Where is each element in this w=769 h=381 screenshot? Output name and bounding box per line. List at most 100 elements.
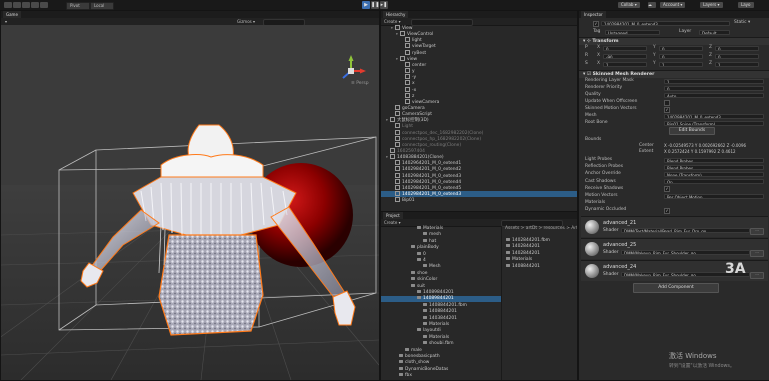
- project-folder-row[interactable]: fbx: [381, 373, 501, 379]
- play-button[interactable]: ▶: [362, 1, 370, 9]
- collab-dropdown[interactable]: Collab ▾: [618, 2, 640, 8]
- project-folder-row[interactable]: male: [381, 347, 501, 354]
- hierarchy-row[interactable]: light: [381, 37, 577, 43]
- project-folder-row[interactable]: 4: [381, 258, 501, 264]
- tag-dropdown[interactable]: Untagged: [605, 29, 660, 35]
- hierarchy-row[interactable]: viewTarget: [381, 43, 577, 49]
- tab-hierarchy[interactable]: Hierarchy: [383, 11, 409, 18]
- property-value-field[interactable]: Blend Probes: [664, 164, 764, 170]
- hierarchy-row[interactable]: 1402984201_M_0_extend3: [381, 172, 577, 179]
- transform-z-field[interactable]: 0: [715, 53, 759, 59]
- transform-y-field[interactable]: 0: [659, 53, 703, 59]
- transform-x-field[interactable]: 1: [603, 61, 647, 67]
- hierarchy-row[interactable]: ryBest: [381, 49, 577, 56]
- edit-shader-button[interactable]: ⋯: [750, 272, 764, 279]
- project-folder-row[interactable]: shoe: [381, 270, 501, 277]
- project-file-row[interactable]: 1402844201: [502, 244, 577, 250]
- property-checkbox[interactable]: [664, 99, 670, 106]
- hierarchy-row[interactable]: 1402984201_M_0_extend2: [381, 166, 577, 172]
- hierarchy-row[interactable]: connectpos_hp_1682982202(Clone): [381, 135, 577, 142]
- project-file-row[interactable]: 1402844201: [502, 250, 577, 257]
- transform-z-field[interactable]: 1: [715, 61, 759, 67]
- project-folder-row[interactable]: suit: [381, 283, 501, 290]
- property-checkbox[interactable]: ✓: [664, 106, 670, 113]
- hierarchy-row[interactable]: ▾ view: [381, 55, 577, 62]
- hierarchy-row[interactable]: x: [381, 80, 577, 86]
- pivot-toggle[interactable]: Pivot: [66, 2, 90, 10]
- hierarchy-row[interactable]: Light: [381, 123, 577, 129]
- layout-dropdown[interactable]: Layo: [738, 2, 754, 8]
- transform-y-field[interactable]: 0: [659, 45, 703, 51]
- hierarchy-row[interactable]: z: [381, 92, 577, 99]
- project-folder-row[interactable]: mesh: [381, 232, 501, 238]
- project-folder-row[interactable]: cloth_show: [381, 360, 501, 366]
- account-dropdown[interactable]: Account ▾: [660, 2, 686, 8]
- scale-tool-button[interactable]: [31, 2, 39, 8]
- property-value-field[interactable]: 1: [664, 78, 764, 84]
- property-value-field[interactable]: Auto: [664, 92, 764, 98]
- tab-project[interactable]: Project: [383, 212, 403, 219]
- edit-shader-button[interactable]: ⋯: [750, 250, 764, 257]
- rotate-tool-button[interactable]: [22, 2, 30, 8]
- hierarchy-row[interactable]: goCamera: [381, 104, 577, 111]
- hierarchy-row[interactable]: 1402984201_M_0_extend4: [381, 178, 577, 185]
- move-tool-button[interactable]: [13, 2, 21, 8]
- property-value-field[interactable]: Per Object Motion: [664, 193, 764, 199]
- tab-game[interactable]: Game: [3, 11, 21, 18]
- add-component-button[interactable]: Add Component: [633, 283, 719, 293]
- project-folder-row[interactable]: 14089844201: [381, 296, 501, 303]
- hierarchy-row[interactable]: 1402964201_M_0_extend1: [381, 160, 577, 166]
- hierarchy-row[interactable]: connectpos_dec_1682982202(Clone): [381, 129, 577, 136]
- hierarchy-row[interactable]: CameraScript: [381, 111, 577, 117]
- tab-inspector[interactable]: Inspector: [581, 11, 606, 18]
- project-folder-row[interactable]: Materials: [381, 226, 501, 232]
- transform-z-field[interactable]: 0: [715, 45, 759, 51]
- property-value-field[interactable]: 0: [664, 85, 764, 91]
- gizmos-dropdown[interactable]: Gizmos ▾: [237, 18, 255, 25]
- active-checkbox[interactable]: ✓: [593, 21, 599, 27]
- scene-view[interactable]: ≡ Persp: [1, 25, 379, 380]
- project-folder-row[interactable]: bonesbasicpath: [381, 354, 501, 360]
- edit-shader-button[interactable]: ⋯: [750, 228, 764, 235]
- property-checkbox[interactable]: ✓: [664, 207, 670, 214]
- hierarchy-row[interactable]: 1402984201_M_0_extend3: [381, 191, 577, 198]
- material-entry[interactable]: advanced_25 Shader DMM/Makeup_Rim_Fur_Shou…: [581, 238, 768, 259]
- property-value-field[interactable]: Blend Probes: [664, 157, 764, 163]
- hand-tool-button[interactable]: [4, 2, 12, 8]
- property-value-field[interactable]: None (Transform): [664, 171, 764, 177]
- transform-x-field[interactable]: 0: [603, 45, 647, 51]
- persp-label[interactable]: ≡ Persp: [351, 81, 369, 86]
- property-checkbox[interactable]: ✓: [664, 186, 670, 193]
- skinned-mesh-renderer-header[interactable]: ▾ ☑ Skinned Mesh Renderer: [579, 70, 769, 78]
- material-entry[interactable]: advanced_21 Shader DMM/Test/Material/Pearl…: [581, 216, 768, 237]
- shader-dropdown[interactable]: DMM/Makeup_Rim_Fur_Shoulder_go: [621, 250, 750, 255]
- property-value-field[interactable]: On: [664, 179, 764, 185]
- project-file-row[interactable]: Materials: [502, 257, 577, 263]
- shading-mode-dropdown[interactable]: ▾: [5, 18, 7, 25]
- hierarchy-row[interactable]: ▾ 14083884201(Clone): [381, 154, 577, 160]
- hierarchy-row[interactable]: -x: [381, 86, 577, 93]
- project-folder-row[interactable]: layoutdi: [381, 328, 501, 334]
- hierarchy-row[interactable]: -y: [381, 74, 577, 80]
- transform-header[interactable]: ▾ ⊹ Transform: [579, 37, 769, 45]
- hierarchy-row[interactable]: center: [381, 61, 577, 68]
- edit-bounds-button[interactable]: Edit Bounds: [669, 127, 715, 135]
- cloud-icon[interactable]: ☁: [648, 2, 656, 8]
- pause-button[interactable]: ❚❚: [371, 1, 379, 9]
- project-folder-row[interactable]: hat: [381, 238, 501, 245]
- hierarchy-row[interactable]: viewCamera: [381, 98, 577, 105]
- transform-x-field[interactable]: -90: [603, 53, 647, 59]
- hierarchy-row[interactable]: ▾ View: [381, 25, 577, 31]
- transform-y-field[interactable]: 1: [659, 61, 703, 67]
- project-folder-row[interactable]: 1408844201: [381, 309, 501, 315]
- project-folder-row[interactable]: plainBody: [381, 245, 501, 251]
- project-folder-row[interactable]: 1403844201: [381, 315, 501, 322]
- project-folder-row[interactable]: 1408844201.fbm: [381, 302, 501, 309]
- local-toggle[interactable]: Local: [90, 2, 114, 10]
- layer-dropdown[interactable]: Default: [699, 29, 730, 35]
- project-folder-row[interactable]: shoubi.fbm: [381, 341, 501, 347]
- project-file-row[interactable]: 1408844201: [502, 263, 577, 270]
- shader-dropdown[interactable]: DMM/Test/Material/Pearl_Rim_Fur_Dro_go: [621, 228, 750, 233]
- project-breadcrumb[interactable]: Assets > artDt > resources > Art > ...: [502, 226, 577, 232]
- hierarchy-create-button[interactable]: Create ▾: [384, 18, 401, 25]
